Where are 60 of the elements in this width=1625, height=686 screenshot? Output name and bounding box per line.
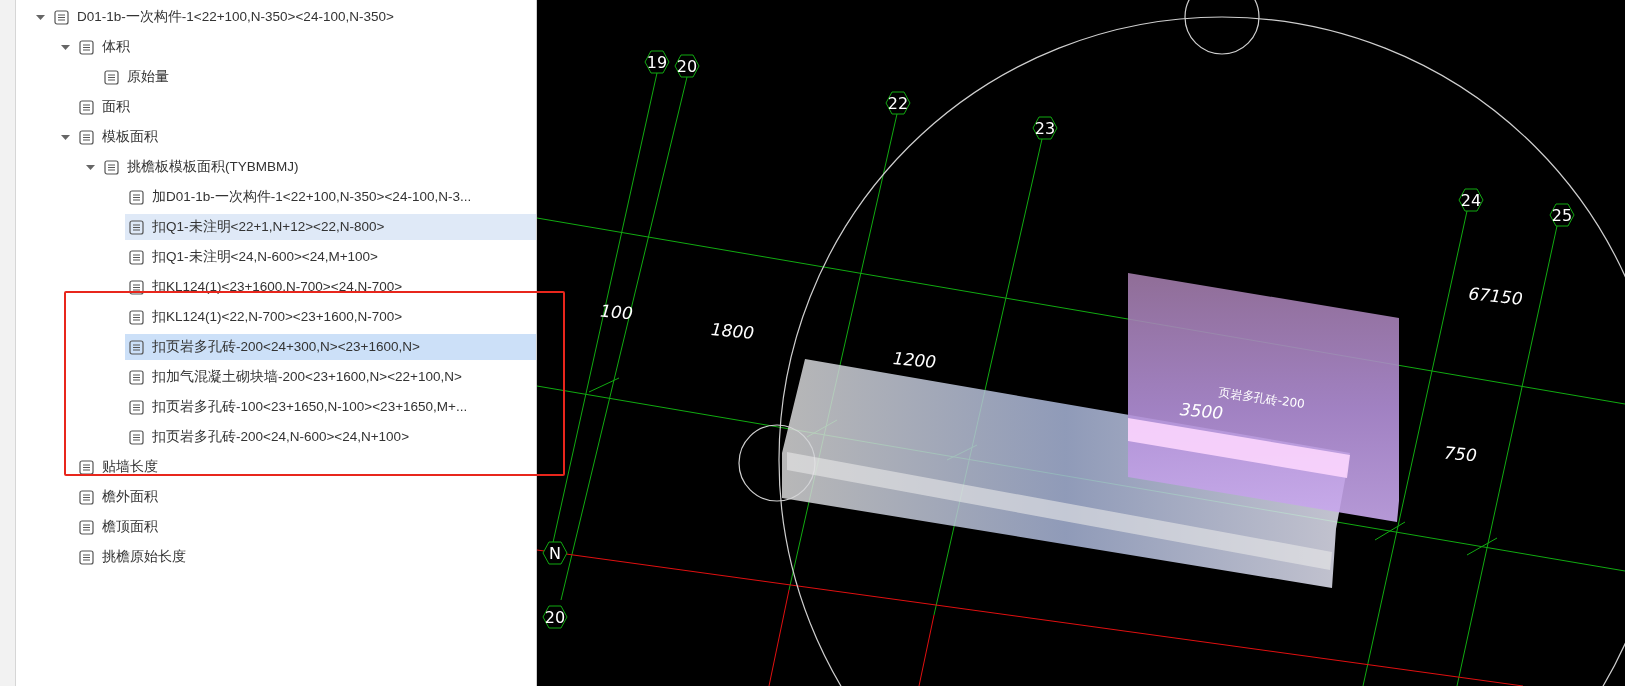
3d-viewport[interactable]: 19 20 22 23 24 25 N 20 页岩多孔砖-200 100 1800 1200 3500 67150 750 [537,0,1625,686]
axis-bubble: 19 [644,50,670,74]
tree-item[interactable]: 扣页岩多孔砖-200<24,N-600><24,N+100> [125,424,536,450]
rotation-handle[interactable] [1184,0,1260,55]
dimension-label: 3500 [1179,399,1224,423]
document-icon [79,489,94,505]
document-icon [79,99,94,115]
tree-item[interactable]: 模板面积 [75,124,536,150]
collapse-arrow-icon[interactable] [85,162,95,172]
axis-bubble: 20 [542,605,568,629]
axis-bubble: 20 [674,54,700,78]
document-icon [104,159,119,175]
axis-bubble: 22 [885,91,911,115]
document-icon [79,519,94,535]
tick-mark [1466,537,1498,556]
collapse-arrow-icon[interactable] [35,12,45,22]
tree-item[interactable]: 挑檐板模板面积(TYBMBMJ) [100,154,536,180]
tree-item[interactable]: 扣Q1-未注明<24,N-600><24,M+100> [125,244,536,270]
document-icon [129,279,144,295]
dimension-label: 750 [1443,442,1478,466]
tree-item[interactable]: 扣Q1-未注明<22+1,N+12><22,N-800> [125,214,536,240]
tick-mark [1374,521,1406,541]
axis-bubble: 23 [1032,116,1058,140]
tree-item[interactable]: 扣页岩多孔砖-200<24+300,N><23+1600,N> [125,334,536,360]
axis-bubble: 25 [1549,203,1575,227]
tree-item[interactable]: 挑檐原始长度 [75,544,536,570]
document-icon [79,39,94,55]
dimension-label: 1200 [892,348,937,372]
tree-item[interactable]: 贴墙长度 [75,454,536,480]
tick-mark [588,377,620,393]
document-icon [104,69,119,85]
document-icon [129,369,144,385]
dimension-label: 67150 [1467,283,1524,309]
tree-item[interactable]: 檐外面积 [75,484,536,510]
dimension-label: 1800 [710,319,755,343]
document-icon [129,429,144,445]
tree-item[interactable]: 扣KL124(1)<22,N-700><23+1600,N-700> [125,304,536,330]
collapse-arrow-icon[interactable] [60,42,70,52]
tree-item[interactable]: 檐顶面积 [75,514,536,540]
collapse-arrow-icon[interactable] [60,132,70,142]
tree-item[interactable]: 原始量 [100,64,536,90]
dimension-label: 100 [599,300,634,324]
document-icon [79,549,94,565]
axis-bubble: 24 [1458,188,1484,212]
document-icon [79,459,94,475]
document-icon [129,219,144,235]
document-icon [129,309,144,325]
axis-bubble: N [542,541,568,565]
tree-item[interactable]: 扣加气混凝土砌块墙-200<23+1600,N><22+100,N> [125,364,536,390]
tree-item[interactable]: D01-1b-一次构件-1<22+100,N-350><24-100,N-350> [50,4,536,30]
tree-item[interactable]: 体积 [75,34,536,60]
tree-item[interactable]: 加D01-1b-一次构件-1<22+100,N-350><24-100,N-3... [125,184,536,210]
document-icon [129,339,144,355]
document-icon [129,399,144,415]
tree-item[interactable]: 扣页岩多孔砖-100<23+1650,N-100><23+1650,M+... [125,394,536,420]
document-icon [129,249,144,265]
document-icon [54,9,69,25]
document-icon [129,189,144,205]
tree-item[interactable]: 面积 [75,94,536,120]
document-icon [79,129,94,145]
